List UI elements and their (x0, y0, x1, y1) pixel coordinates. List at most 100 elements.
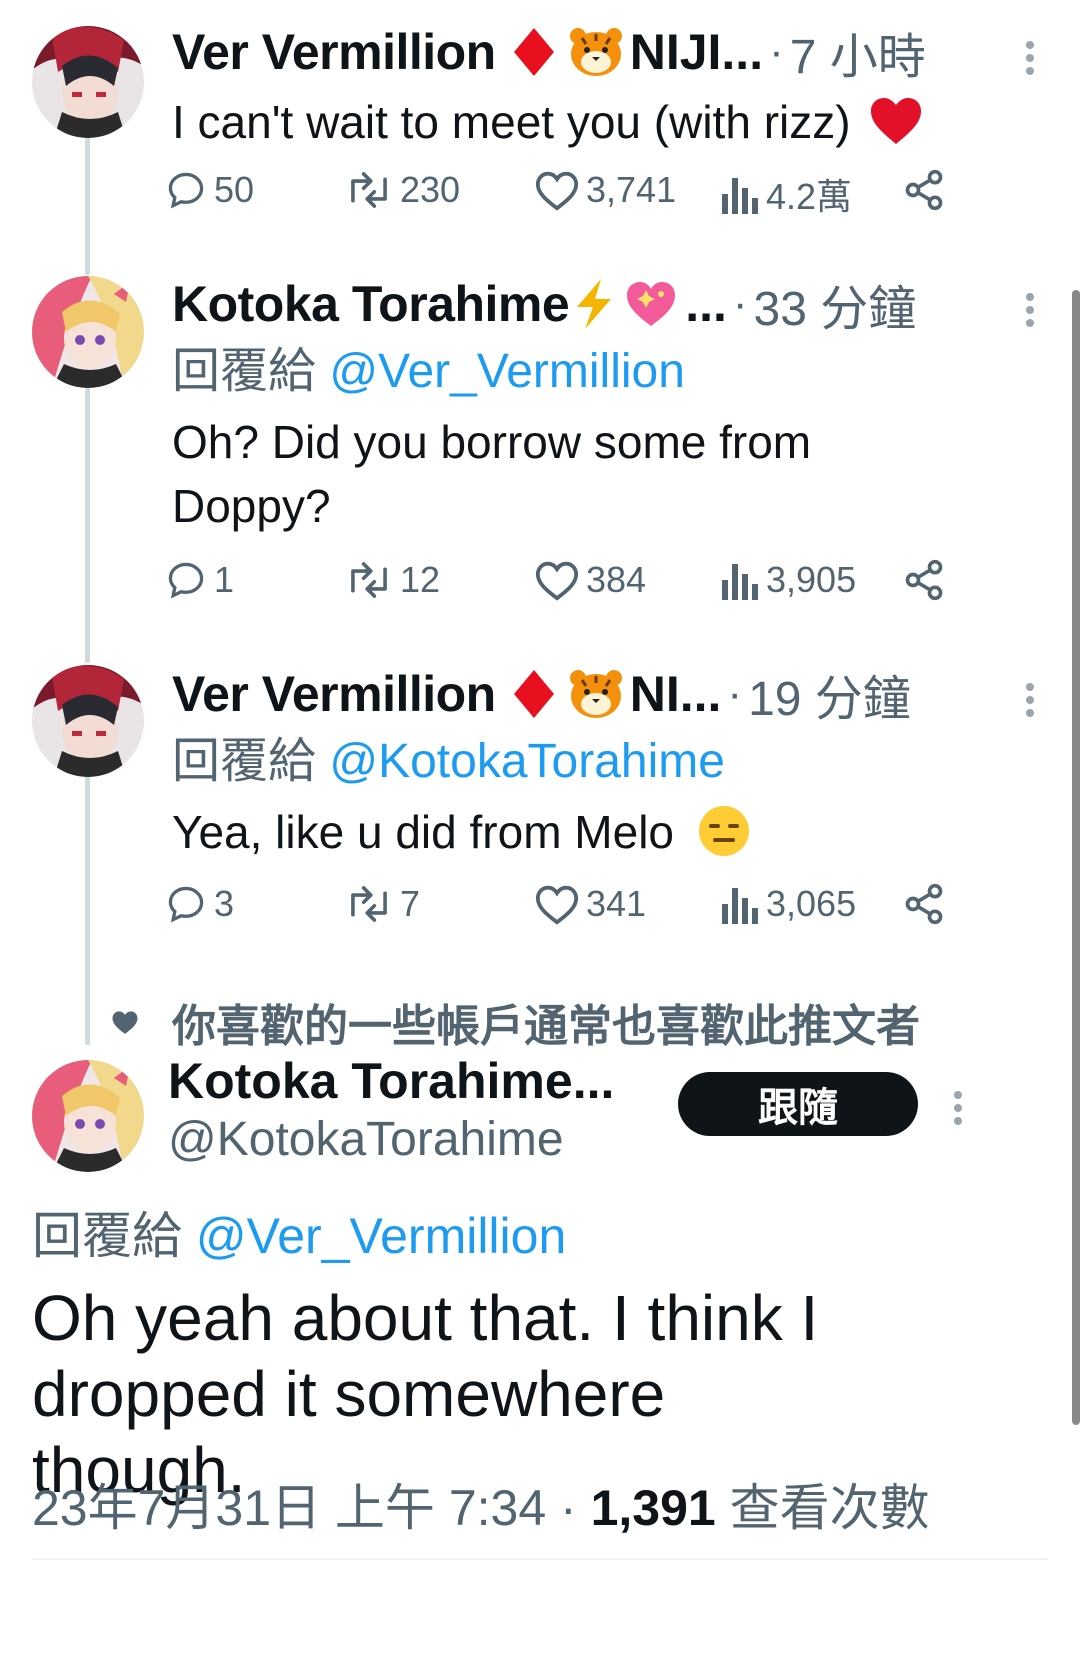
share-icon (905, 883, 943, 925)
views-button[interactable]: 3,065 (720, 882, 856, 926)
reply-count: 3 (214, 883, 235, 924)
retweet-count: 7 (400, 883, 421, 924)
retweet-count: 230 (400, 169, 461, 210)
retweet-button[interactable]: 12 (344, 558, 440, 602)
retweet-button[interactable]: 7 (344, 882, 420, 926)
tweet-meta: 23年7月31日 上午 7:34 · 1,391 查看次數 (32, 1468, 930, 1540)
social-context: 你喜歡的一些帳戶通常也喜歡此推文者 (110, 990, 920, 1054)
reply-icon (168, 886, 204, 923)
tweet-2[interactable]: Kotoka Torahime ... · 33 分鐘 回覆給 @Ver_Ver… (172, 272, 1040, 538)
tweet-header: Kotoka Torahime ... · 33 分鐘 (172, 272, 1040, 336)
reply-prefix: 回覆給 (32, 1208, 182, 1264)
reply-context: 回覆給 @Ver_Vermillion (172, 340, 1040, 404)
tiger-icon (568, 668, 624, 720)
tweet-time[interactable]: 7 小時 (790, 17, 926, 87)
share-button[interactable] (902, 882, 952, 926)
views-count: 1,391 (590, 1480, 716, 1536)
reply-prefix: 回覆給 (172, 735, 317, 788)
tweet-3[interactable]: Ver Vermillion NI... · 19 分鐘 回覆給 @Kotoka… (172, 662, 1040, 874)
avatar-kotoka-torahime[interactable] (32, 1060, 144, 1172)
retweet-icon (351, 886, 387, 922)
reply-icon (168, 172, 204, 209)
share-icon (905, 169, 943, 211)
views-button[interactable]: 3,905 (720, 558, 856, 602)
views-button[interactable]: 4.2萬 (720, 168, 852, 220)
views-icon (722, 888, 758, 924)
like-icon (535, 561, 579, 601)
retweet-icon (351, 562, 387, 598)
reply-context: 回覆給 @Ver_Vermillion (32, 1196, 566, 1268)
tweet-date[interactable]: 23年7月31日 上午 7:34 (32, 1480, 546, 1536)
separator-dot: · (560, 1480, 577, 1536)
reply-handle-link[interactable]: @Ver_Vermillion (196, 1208, 566, 1264)
tweet-text-content: I can't wait to meet you (with rizz) (172, 96, 851, 148)
like-icon (535, 885, 579, 925)
tweet-time[interactable]: 33 分鐘 (754, 269, 917, 339)
reply-count: 50 (214, 169, 255, 210)
avatar-ver-vermillion[interactable] (32, 26, 144, 138)
avatar-kotoka-torahime[interactable] (32, 276, 144, 388)
follow-button[interactable]: 跟隨 (678, 1072, 918, 1136)
main-author-handle[interactable]: @KotokaTorahime (168, 1112, 564, 1167)
scrollbar[interactable] (1072, 290, 1080, 1425)
like-count: 384 (586, 559, 647, 600)
reply-context: 回覆給 @KotokaTorahime (172, 730, 1040, 794)
author-name[interactable]: Ver Vermillion (172, 665, 496, 723)
heart-icon (112, 1011, 138, 1034)
retweet-count: 12 (400, 559, 441, 600)
separator-dot: · (732, 279, 748, 328)
reply-handle-link[interactable]: @Ver_Vermillion (329, 345, 685, 398)
like-icon (535, 171, 579, 211)
sparkling-heart-icon (623, 278, 679, 330)
views-count: 3,065 (766, 883, 857, 924)
tweet-actions: 3 7 341 3,065 (168, 882, 1012, 942)
like-button[interactable]: 3,741 (534, 168, 676, 212)
views-count: 4.2萬 (766, 176, 853, 217)
share-button[interactable] (902, 168, 952, 212)
more-icon[interactable] (1020, 36, 1040, 80)
like-count: 341 (586, 883, 647, 924)
views-label: 查看次數 (729, 1480, 930, 1536)
tweet-1[interactable]: Ver Vermillion NIJI... · 7 小時 I can't wa… (172, 20, 1040, 162)
retweet-button[interactable]: 230 (344, 168, 460, 212)
views-icon (722, 564, 758, 600)
like-button[interactable]: 341 (534, 882, 646, 926)
red-diamond-icon (512, 668, 556, 720)
red-diamond-icon (512, 26, 556, 78)
author-name-truncated: NI... (629, 666, 722, 722)
tweet-time[interactable]: 19 分鐘 (748, 659, 911, 729)
more-icon[interactable] (948, 1086, 968, 1130)
more-icon[interactable] (1020, 288, 1040, 332)
retweet-icon (351, 172, 387, 208)
tiger-icon (568, 26, 624, 78)
reply-button[interactable]: 3 (164, 882, 234, 926)
share-button[interactable] (902, 558, 952, 602)
reply-prefix: 回覆給 (172, 345, 317, 398)
reply-button[interactable]: 50 (164, 168, 254, 212)
avatar-ver-vermillion[interactable] (32, 665, 144, 777)
more-icon[interactable] (1020, 678, 1040, 722)
lightning-icon (571, 277, 617, 331)
tweet-text: I can't wait to meet you (with rizz) (172, 90, 1040, 162)
red-heart-icon (869, 96, 923, 162)
separator-dot: · (727, 669, 743, 718)
tweet-text-content: Yea, like u did from Melo (172, 806, 675, 858)
reply-handle-link[interactable]: @KotokaTorahime (329, 735, 725, 788)
author-name-truncated: ... (685, 276, 727, 332)
main-author-name[interactable]: Kotoka Torahime... (168, 1052, 614, 1110)
tweet-actions: 1 12 384 3,905 (168, 558, 1012, 618)
author-name[interactable]: Ver Vermillion (172, 23, 496, 81)
tweet-text: Oh? Did you borrow some from Doppy? (172, 416, 812, 532)
reply-icon (168, 562, 204, 599)
reply-button[interactable]: 1 (164, 558, 234, 602)
share-icon (905, 559, 943, 601)
tweet-text: Yea, like u did from Melo (172, 800, 1040, 874)
separator-dot: · (769, 27, 784, 76)
author-name-truncated: NIJI... (629, 24, 764, 80)
thread-line (85, 388, 90, 663)
views-icon (722, 178, 758, 214)
author-name[interactable]: Kotoka Torahime (172, 275, 570, 333)
like-button[interactable]: 384 (534, 558, 646, 602)
thread-line (85, 775, 90, 1045)
divider (32, 1558, 1048, 1560)
